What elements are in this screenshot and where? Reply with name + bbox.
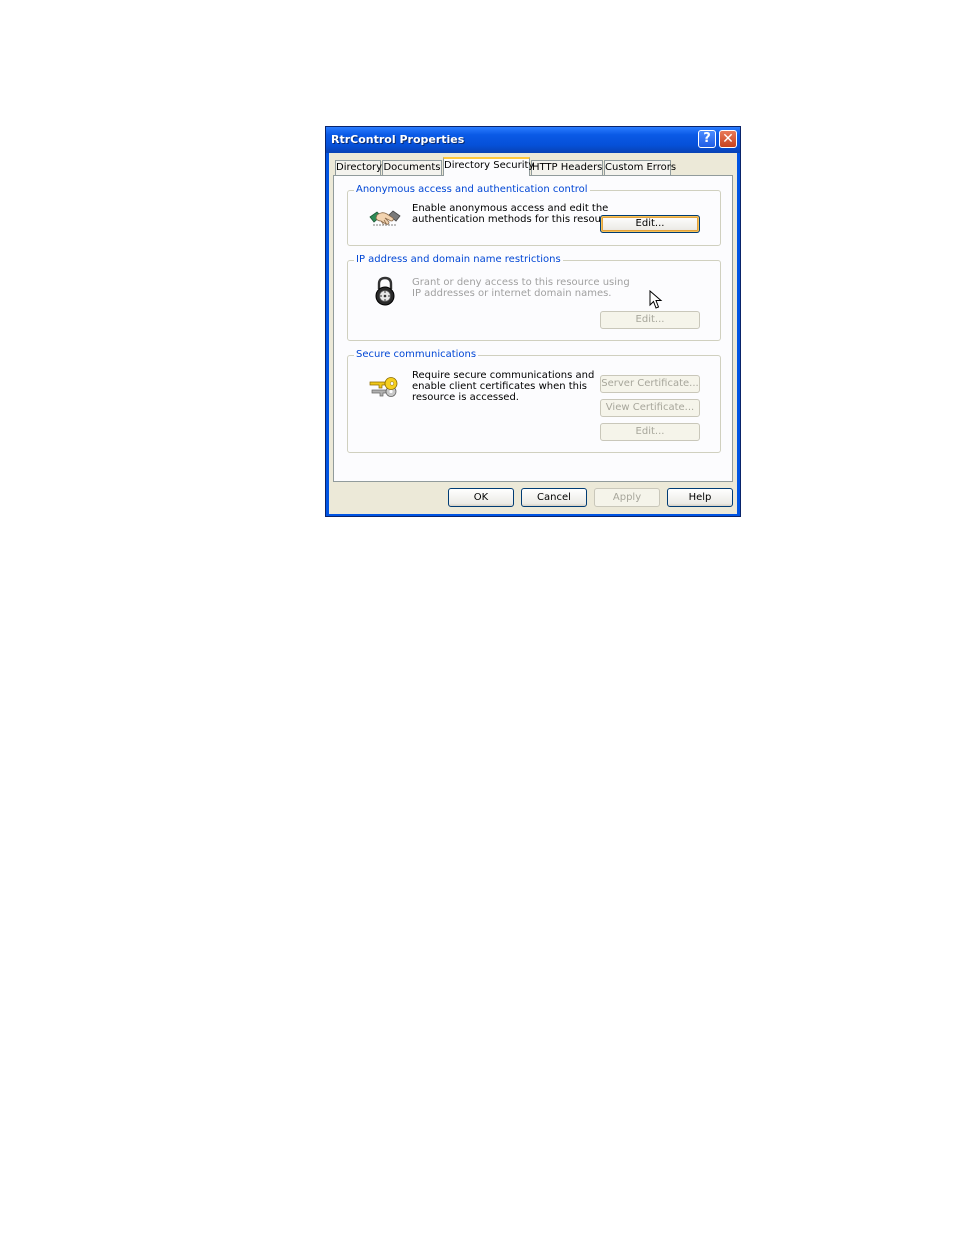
cancel-button[interactable]: Cancel — [521, 488, 587, 507]
server-certificate-button[interactable]: Server Certificate... — [600, 375, 700, 393]
ok-button[interactable]: OK — [448, 488, 514, 507]
secure-edit-button[interactable]: Edit... — [600, 423, 700, 441]
ip-description: Grant or deny access to this resource us… — [412, 277, 630, 299]
dialog-client-area: Directory Documents Directory Security H… — [329, 153, 737, 514]
tab-directory-security[interactable]: Directory Security — [443, 157, 534, 176]
group-label-ip: IP address and domain name restrictions — [354, 254, 563, 265]
close-icon[interactable]: ✕ — [719, 130, 737, 148]
title-bar[interactable]: RtrControl Properties ? ✕ — [326, 127, 740, 153]
group-secure-communications: Secure communications Require secure com… — [347, 349, 721, 453]
tab-custom-errors[interactable]: Custom Errors — [604, 160, 676, 175]
group-ip-restrictions: IP address and domain name restrictions … — [347, 254, 721, 341]
anonymous-edit-button[interactable]: Edit... — [600, 215, 700, 233]
apply-button[interactable]: Apply — [594, 488, 660, 507]
properties-dialog: RtrControl Properties ? ✕ Directory Docu… — [325, 126, 741, 517]
padlock-icon — [375, 276, 395, 306]
tab-http-headers[interactable]: HTTP Headers — [531, 160, 603, 175]
handshake-icon — [369, 210, 401, 226]
tab-directory[interactable]: Directory — [335, 160, 382, 175]
help-icon[interactable]: ? — [698, 130, 716, 148]
secure-description: Require secure communications and enable… — [412, 370, 595, 403]
group-anonymous-access: Anonymous access and authentication cont… — [347, 184, 721, 309]
anonymous-description: Enable anonymous access and edit the aut… — [412, 203, 620, 225]
ip-edit-button[interactable]: Edit... — [600, 311, 700, 329]
help-button[interactable]: Help — [667, 488, 733, 507]
keys-icon — [369, 377, 398, 397]
view-certificate-button[interactable]: View Certificate... — [600, 399, 700, 417]
window-title: RtrControl Properties — [331, 133, 465, 146]
tab-panel-directory-security: Anonymous access and authentication cont… — [333, 175, 733, 482]
group-label-anonymous: Anonymous access and authentication cont… — [354, 184, 590, 195]
tab-documents[interactable]: Documents — [382, 160, 442, 175]
group-label-secure: Secure communications — [354, 349, 479, 360]
